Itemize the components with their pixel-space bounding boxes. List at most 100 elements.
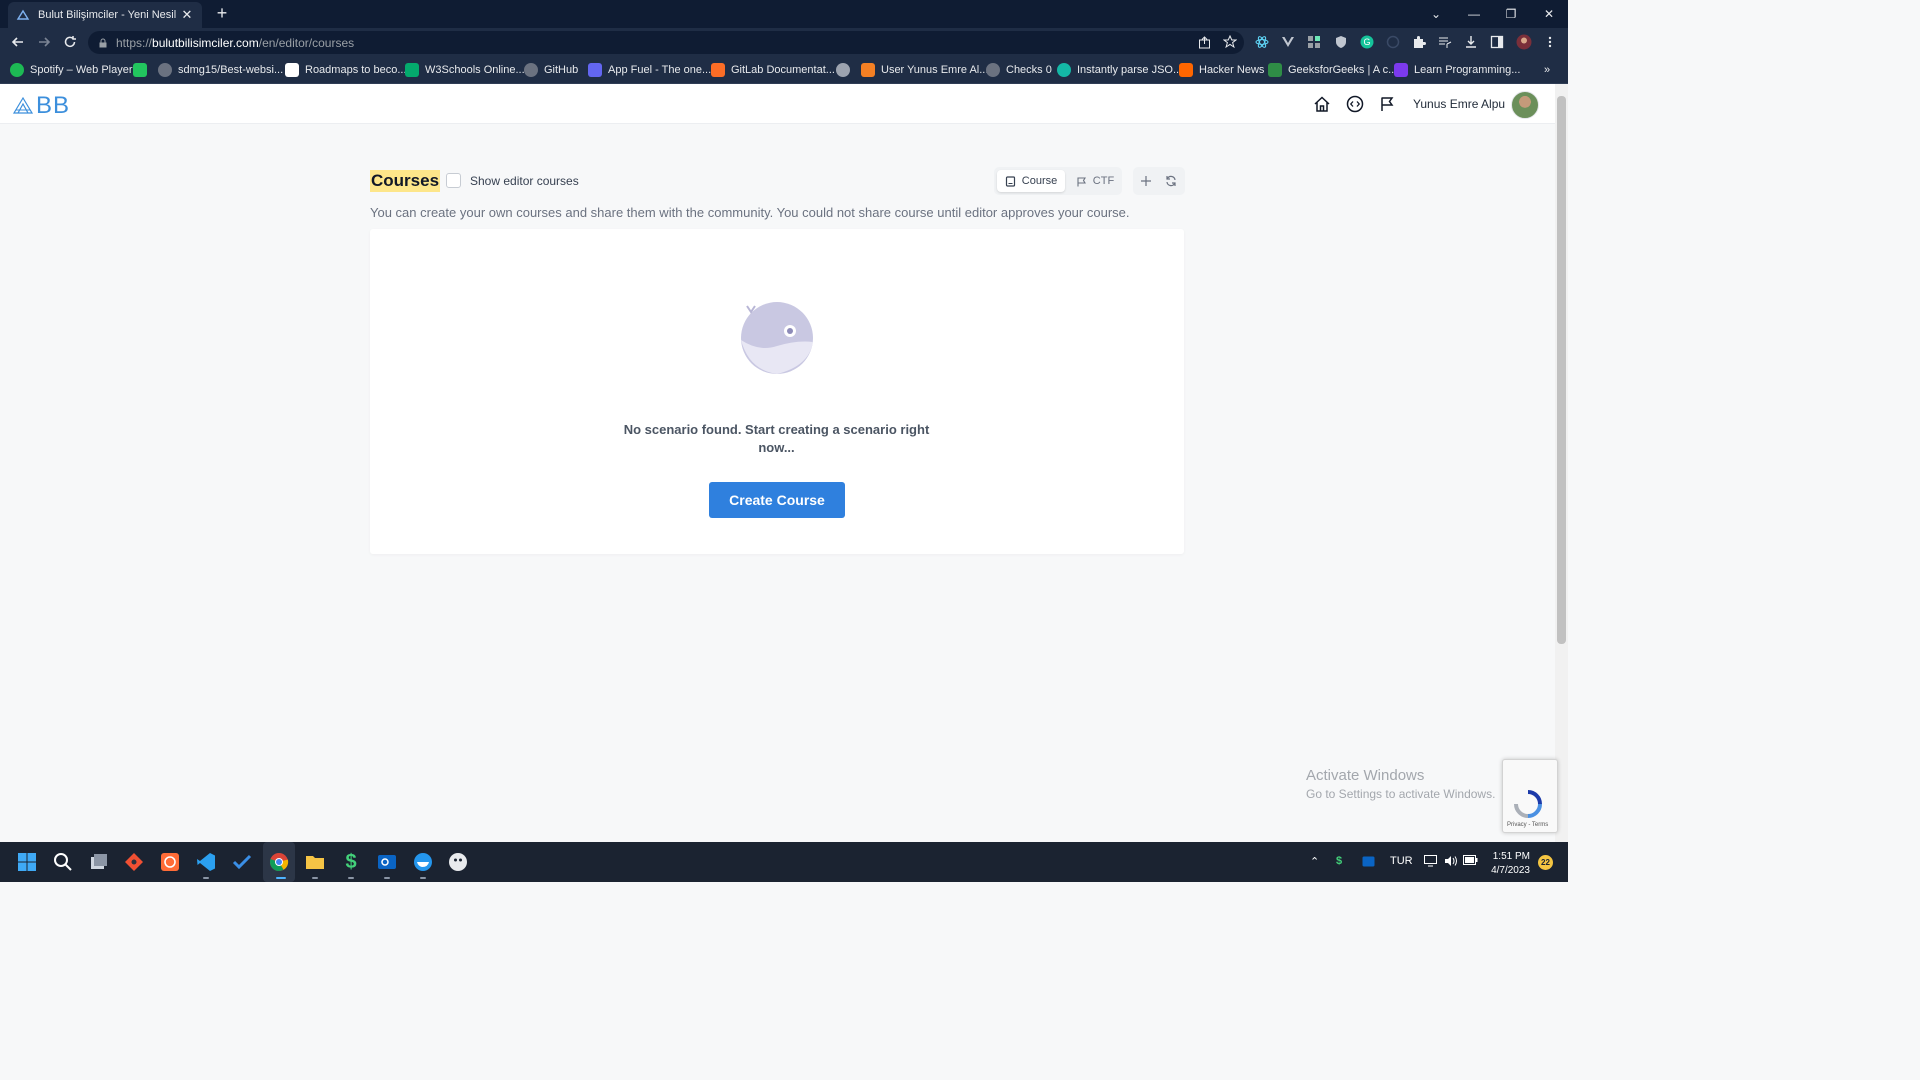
extension-circle-icon[interactable] (1385, 34, 1401, 50)
address-bar[interactable]: https://bulutbilisimciler.com/en/editor/… (88, 31, 1244, 54)
create-course-button[interactable]: Create Course (709, 482, 845, 518)
bookmark-icon-only[interactable] (133, 61, 153, 79)
close-window-icon[interactable]: ✕ (1530, 0, 1568, 28)
vue-devtools-icon[interactable] (1280, 34, 1296, 50)
bookmark-w3schools[interactable]: W3Schools Online... (405, 61, 525, 79)
show-editor-courses-checkbox[interactable] (446, 173, 461, 188)
side-panel-icon[interactable] (1489, 34, 1505, 50)
tab-search-icon[interactable]: ⌄ (1417, 0, 1455, 28)
tab-ctf[interactable]: CTF (1070, 170, 1120, 192)
docker-app-icon[interactable] (411, 850, 435, 874)
bookmark-label: App Fuel - The one... (608, 64, 712, 76)
extension-grid-icon[interactable] (1306, 34, 1322, 50)
taskbar-date[interactable]: 4/7/2023 (1486, 865, 1530, 876)
battery-icon[interactable] (1463, 855, 1478, 868)
svg-text:G: G (1363, 37, 1370, 47)
extensions-puzzle-icon[interactable] (1411, 34, 1427, 50)
logo-text: BB (36, 92, 71, 119)
user-avatar[interactable] (1511, 91, 1539, 119)
running-indicator (203, 877, 209, 879)
reload-icon[interactable] (59, 31, 81, 53)
bookmark-label: Roadmaps to beco... (305, 64, 407, 76)
bookmark-quicktype[interactable]: Instantly parse JSO... (1057, 61, 1182, 79)
tab-title: Bulut Bilişimciler - Yeni Nesil Plat (38, 9, 180, 21)
bookmark-star-icon[interactable] (1222, 34, 1238, 50)
add-icon[interactable] (1137, 172, 1155, 190)
minimize-icon[interactable]: — (1455, 0, 1493, 28)
notification-count-badge[interactable]: 22 (1538, 855, 1553, 870)
browser-menu-icon[interactable] (1542, 34, 1558, 50)
dollar-app-icon[interactable]: $ (339, 850, 363, 874)
vscode-app-icon[interactable] (194, 850, 218, 874)
home-icon[interactable] (1313, 95, 1331, 113)
file-explorer-icon[interactable] (303, 850, 327, 874)
react-devtools-icon[interactable] (1254, 34, 1270, 50)
bookmark-label: Learn Programming... (1414, 64, 1521, 76)
bookmark-learn-programming[interactable]: Learn Programming... (1394, 61, 1520, 79)
code-icon[interactable] (1346, 95, 1364, 113)
restore-icon[interactable]: ❐ (1492, 0, 1530, 28)
user-name[interactable]: Yunus Emre Alpu (1413, 97, 1505, 111)
bookmark-label: Spotify – Web Player (30, 64, 133, 76)
site-logo[interactable]: BB (12, 92, 70, 120)
running-indicator (348, 877, 354, 879)
language-indicator[interactable]: TUR (1390, 855, 1413, 867)
windows-start-icon[interactable] (15, 850, 39, 874)
recaptcha-links[interactable]: Privacy - Terms (1507, 822, 1548, 828)
bookmark-label: GitLab Documentat... (731, 64, 835, 76)
stackoverflow-icon (861, 63, 875, 77)
flag-icon[interactable] (1378, 95, 1396, 113)
tray-dollar-icon[interactable]: $ (1336, 855, 1342, 867)
page-scrollbar-thumb[interactable] (1557, 96, 1566, 644)
task-view-icon[interactable] (87, 850, 111, 874)
bookmark-roadmaps[interactable]: Roadmaps to beco... (285, 61, 407, 79)
postman-app-icon[interactable] (158, 850, 182, 874)
tab-course[interactable]: Course (997, 170, 1065, 192)
bookmark-spotify[interactable]: Spotify – Web Player (10, 61, 133, 79)
tab-ctf-label: CTF (1092, 175, 1115, 187)
new-tab-icon[interactable]: + (212, 4, 232, 24)
bookmark-label: User Yunus Emre Al... (881, 64, 989, 76)
grammarly-icon[interactable]: G (1359, 34, 1375, 50)
chrome-app-icon[interactable] (267, 850, 291, 874)
outlook-app-icon[interactable] (375, 850, 399, 874)
bookmarks-overflow-icon[interactable]: » (1544, 61, 1550, 79)
forward-icon[interactable] (33, 31, 55, 53)
tray-outlook-icon[interactable] (1362, 855, 1375, 871)
browser-titlebar (0, 0, 1568, 28)
search-icon[interactable] (51, 850, 75, 874)
show-editor-courses-label[interactable]: Show editor courses (470, 174, 579, 188)
url-path: /en/editor/courses (258, 35, 355, 50)
network-icon[interactable] (1424, 855, 1438, 870)
bookmark-checks[interactable]: Checks 0 (986, 61, 1052, 79)
share-icon[interactable] (1196, 34, 1212, 50)
bookmark-geeksforgeeks[interactable]: GeeksforGeeks | A c... (1268, 61, 1397, 79)
bookmark-label: Checks 0 (1006, 64, 1052, 76)
bookmark-label: GeeksforGeeks | A c... (1288, 64, 1398, 76)
back-icon[interactable] (7, 31, 29, 53)
bookmark-appfuel[interactable]: App Fuel - The one... (588, 61, 711, 79)
gitlab-icon (711, 63, 725, 77)
reading-list-icon[interactable] (1437, 34, 1453, 50)
bookmark-gitlab[interactable]: GitLab Documentat... (711, 61, 835, 79)
taskbar-time[interactable]: 1:51 PM (1490, 851, 1530, 862)
bookmark-stackoverflow[interactable]: User Yunus Emre Al... (861, 61, 988, 79)
download-icon[interactable] (1463, 34, 1479, 50)
browser-tab[interactable]: Bulut Bilişimciler - Yeni Nesil Plat ✕ (8, 2, 202, 28)
running-indicator (312, 877, 318, 879)
bookmark-sdmg15[interactable]: sdmg15/Best-websi... (158, 61, 283, 79)
tab-close-icon[interactable]: ✕ (180, 7, 194, 23)
bookmark-hackernews[interactable]: Hacker News (1179, 61, 1264, 79)
bookmark-globe[interactable] (836, 61, 856, 79)
todo-app-icon[interactable] (230, 850, 254, 874)
volume-icon[interactable] (1444, 855, 1458, 870)
profile-avatar-icon[interactable] (1516, 34, 1532, 50)
url-host: bulutbilisimciler.com (152, 35, 259, 50)
shield-icon[interactable] (1333, 34, 1349, 50)
linux-app-icon[interactable] (446, 850, 470, 874)
git-app-icon[interactable] (122, 850, 146, 874)
bookmark-github[interactable]: GitHub (524, 61, 578, 79)
bookmark-label: sdmg15/Best-websi... (178, 64, 284, 76)
refresh-icon[interactable] (1162, 172, 1180, 190)
tray-overflow-icon[interactable]: ⌃ (1310, 855, 1319, 868)
